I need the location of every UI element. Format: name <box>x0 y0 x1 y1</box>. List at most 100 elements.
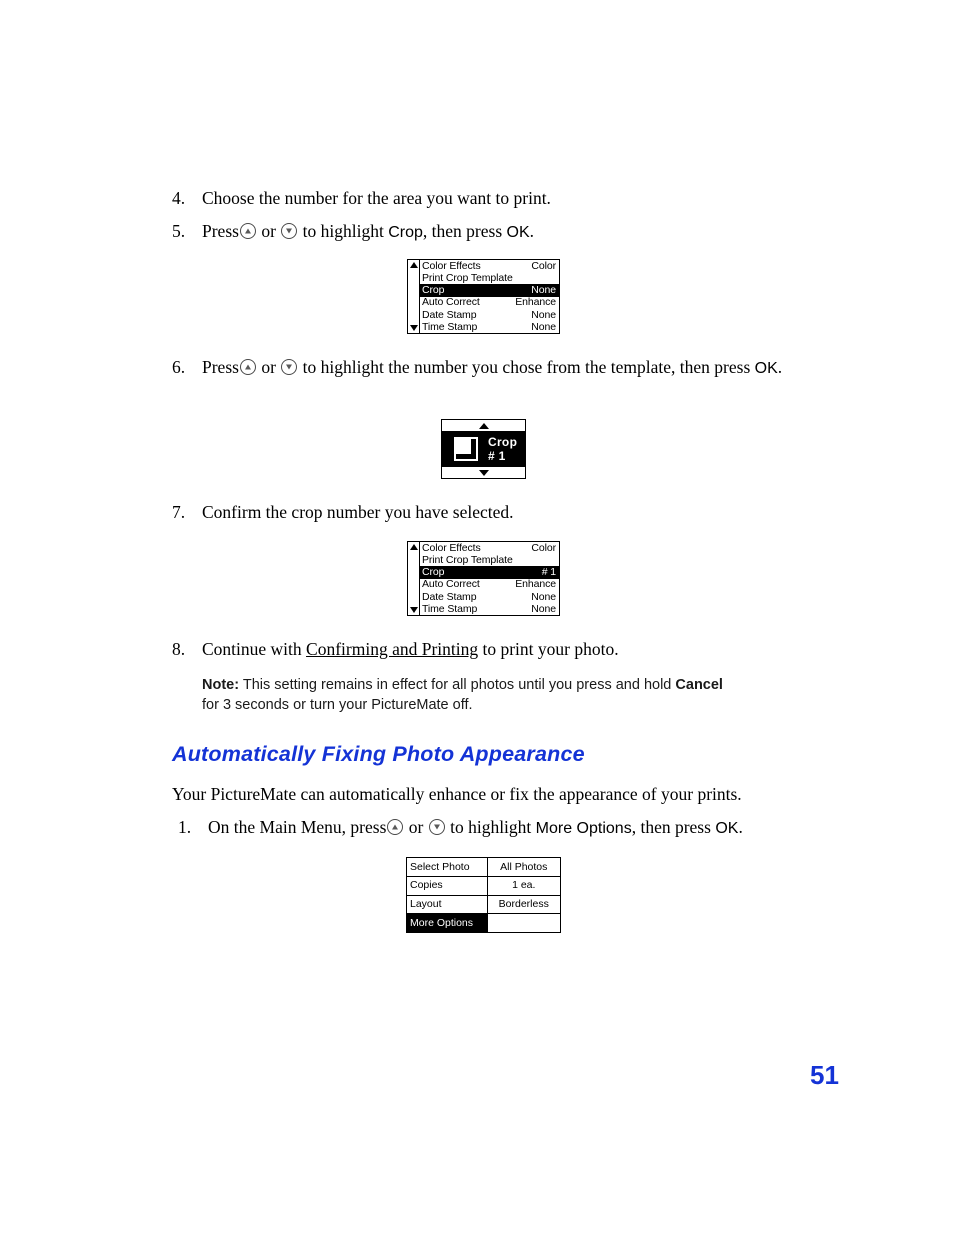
lcd-scrollbar[interactable] <box>408 260 420 333</box>
lcd-crop-selector: Crop # 1 <box>441 419 526 479</box>
lcd-menu-row[interactable]: Print Crop Template <box>420 554 559 567</box>
lcd-menu-row-label: Time Stamp <box>422 602 478 615</box>
lcd-menu-row[interactable]: Date Stamp None <box>420 590 559 603</box>
step-5-post: to highlight <box>302 221 384 241</box>
step-7-number: 7. <box>172 502 186 522</box>
down-arrow-button-icon <box>428 819 445 835</box>
main-menu-row-label: More Options <box>407 914 488 932</box>
lcd-crop-label: Crop # 1 <box>488 435 518 463</box>
lcd-crop-down-bar[interactable] <box>442 467 525 478</box>
lcd-menu-row[interactable]: Time Stamp None <box>420 320 559 334</box>
scroll-up-arrow-icon[interactable] <box>478 422 489 429</box>
lcd-menu-row[interactable]: Color Effects Color <box>420 259 559 273</box>
scroll-down-arrow-icon[interactable] <box>478 469 489 476</box>
step-1-post: to highlight <box>450 817 532 837</box>
step-5-end: . <box>529 221 535 241</box>
step-8-number: 8. <box>172 639 186 659</box>
note-block: Note: This setting remains in effect for… <box>202 675 792 715</box>
lcd-menu-row-label: Print Crop Template <box>422 272 513 284</box>
step-6: 6. Press or to highlight the number you … <box>172 355 812 381</box>
main-menu-row[interactable]: Layout Borderless <box>407 895 560 915</box>
lcd-menu-row-value: Enhance <box>515 578 556 591</box>
scroll-up-arrow-icon[interactable] <box>409 262 418 268</box>
lcd-menu-row-selected[interactable]: Crop None <box>420 284 559 297</box>
lcd-menu-row-value: Color <box>531 259 556 272</box>
lcd-menu-row-label: Auto Correct <box>422 296 480 309</box>
cross-reference-link[interactable]: Confirming and Printing <box>306 639 478 659</box>
step-6-ok-label: OK <box>754 360 778 377</box>
lcd-settings-menu-1: Color Effects Color Print Crop Template … <box>407 259 560 334</box>
lcd-menu-row-value: None <box>531 320 556 333</box>
main-menu-row-label: Copies <box>407 876 488 895</box>
step-8: 8. Continue with Confirming and Printing… <box>172 637 812 661</box>
section-paragraph: Your PictureMate can automatically enhan… <box>172 784 742 804</box>
step-1-more-options: 1. On the Main Menu, press or to highlig… <box>178 815 828 841</box>
main-menu-row-label: Select Photo <box>407 858 488 876</box>
lcd-main-menu: Select Photo All Photos Copies 1 ea. Lay… <box>406 857 561 933</box>
lcd-menu-row[interactable]: Color Effects Color <box>420 541 559 555</box>
lcd-scrollbar[interactable] <box>408 542 420 615</box>
scroll-up-arrow-icon[interactable] <box>409 544 418 550</box>
up-arrow-button-icon <box>239 223 256 239</box>
lcd-menu-row-label: Date Stamp <box>422 590 477 603</box>
main-menu-row[interactable]: Copies 1 ea. <box>407 876 560 896</box>
main-menu-row-selected[interactable]: More Options <box>407 914 560 932</box>
lcd-menu-row-label: Time Stamp <box>422 320 478 333</box>
lcd-settings-menu-2: Color Effects Color Print Crop Template … <box>407 541 560 616</box>
step-5-mid: or <box>261 221 276 241</box>
main-menu-row-value: Borderless <box>498 898 549 911</box>
section-heading: Automatically Fixing Photo Appearance <box>172 742 585 766</box>
lcd-menu-row-value: Color <box>531 541 556 554</box>
note-cancel-button-label: Cancel <box>675 677 723 693</box>
lcd-menu-row-value: None <box>531 602 556 615</box>
step-1-end: . <box>738 817 743 837</box>
main-menu-row[interactable]: Select Photo All Photos <box>407 858 560 877</box>
step-4-number: 4. <box>172 188 186 208</box>
manual-page: 4. Choose the number for the area you wa… <box>0 0 954 1235</box>
step-6-post: to highlight the number you chose from t… <box>302 357 751 377</box>
down-arrow-button-icon <box>281 223 298 239</box>
lcd-menu-row-selected[interactable]: Crop # 1 <box>420 566 559 579</box>
lcd-menu-row[interactable]: Time Stamp None <box>420 602 559 616</box>
step-6-end: . <box>777 357 783 377</box>
note-line-2: for 3 seconds or turn your PictureMate o… <box>202 697 473 713</box>
step-5-text: Press or to highlight Crop, then press O… <box>202 219 534 245</box>
page-number: 51 <box>810 1060 839 1090</box>
lcd-menu-row[interactable]: Auto Correct Enhance <box>420 578 559 591</box>
main-menu-row-value: 1 ea. <box>512 879 536 892</box>
lcd-menu-row[interactable]: Print Crop Template <box>420 272 559 285</box>
note-line-1: This setting remains in effect for all p… <box>242 677 672 693</box>
main-menu-row-value: All Photos <box>500 860 548 873</box>
step-5-pre: Press <box>202 221 239 241</box>
step-1-pre: On the Main Menu, press <box>208 817 387 837</box>
lcd-menu-row-label: Crop <box>422 284 445 297</box>
step-5: 5. Press or to highlight Crop, then pres… <box>172 219 812 245</box>
step-5-target-label: Crop <box>388 224 423 241</box>
step-5-tail: , then press <box>422 221 503 241</box>
crop-thumbnail-icon <box>454 437 478 461</box>
lcd-menu-row-label: Auto Correct <box>422 578 480 591</box>
lcd-crop-up-bar[interactable] <box>442 420 525 431</box>
step-6-pre: Press <box>202 357 239 377</box>
step-5-number: 5. <box>172 221 186 241</box>
down-arrow-button-icon <box>281 359 298 375</box>
step-1-mid: or <box>408 817 424 837</box>
scroll-down-arrow-icon[interactable] <box>409 325 418 331</box>
step-4: 4. Choose the number for the area you wa… <box>172 186 812 210</box>
step-6-number: 6. <box>172 357 186 377</box>
lcd-menu-row-value: # 1 <box>541 566 556 579</box>
main-menu-row-label: Layout <box>407 895 488 914</box>
step-1-text: On the Main Menu, press or to highlight … <box>208 815 743 841</box>
lcd-crop-content: Crop # 1 <box>442 431 525 467</box>
main-menu-row-value <box>488 914 561 932</box>
lcd-menu-row-value: None <box>531 590 556 603</box>
lcd-menu-row-value: Enhance <box>515 296 556 309</box>
step-4-text: Choose the number for the area you want … <box>202 188 551 208</box>
lcd-menu-row[interactable]: Date Stamp None <box>420 308 559 321</box>
lcd-menu-row-value: None <box>531 284 556 297</box>
lcd-menu-row[interactable]: Auto Correct Enhance <box>420 296 559 309</box>
step-1-number: 1. <box>178 817 192 837</box>
step-8-post: to print your photo. <box>482 639 619 659</box>
scroll-down-arrow-icon[interactable] <box>409 607 418 613</box>
step-7: 7. Confirm the crop number you have sele… <box>172 500 812 524</box>
